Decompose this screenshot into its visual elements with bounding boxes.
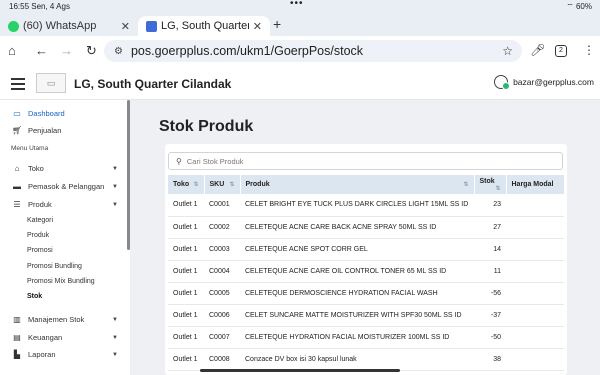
search-icon: ⚲: [176, 156, 182, 166]
column-header-sku[interactable]: SKU ⇅: [204, 175, 241, 194]
sidebar-item-toko[interactable]: ⌂ Toko ▼: [12, 164, 122, 173]
app-header: ▭ LG, South Quarter Cilandak bazar@gerpp…: [0, 66, 600, 100]
cart-icon: 🛒︎: [12, 126, 23, 135]
user-menu[interactable]: bazar@gerpplus.com: [494, 75, 594, 90]
new-tab-button[interactable]: +: [273, 16, 281, 32]
hamburger-menu-icon[interactable]: [11, 78, 25, 93]
url-bar[interactable]: ⚙ pos.goerpplus.com/ukm1/GoerpPos/stock …: [104, 40, 522, 62]
whatsapp-icon: [8, 20, 19, 32]
search-placeholder: Cari Stok Produk: [186, 156, 244, 166]
sidebar-item-label: Manajemen Stok: [28, 315, 85, 324]
tab-title: (60) WhatsApp: [23, 20, 97, 32]
home-icon[interactable]: ⌂: [8, 43, 16, 58]
search-input[interactable]: ⚲ Cari Stok Produk: [168, 152, 563, 170]
sidebar-subitem-stok[interactable]: Stok: [27, 293, 42, 300]
sidebar-item-label: Toko: [28, 164, 44, 173]
column-header-harga-modal[interactable]: Harga Modal: [506, 175, 565, 194]
user-email: bazar@gerpplus.com: [513, 77, 594, 87]
sidebar-item-laporan[interactable]: ▙ Laporan ▼: [12, 350, 122, 359]
tab-switcher-button[interactable]: 2: [555, 45, 567, 57]
table-row[interactable]: Outlet 1 C0008 Conzace DV box isi 30 kapsu…: [168, 348, 564, 371]
close-tab-icon[interactable]: ✕: [253, 20, 262, 33]
sidebar-item-label: Laporan: [28, 350, 56, 359]
more-menu-icon[interactable]: ⋮: [583, 43, 595, 57]
app-favicon-icon: [146, 20, 157, 32]
multitask-dots[interactable]: •••: [290, 0, 304, 9]
chevron-down-icon: ▼: [112, 351, 118, 358]
wallet-icon: ▬: [13, 182, 21, 191]
sidebar-item-label: Keuangan: [28, 333, 63, 342]
browser-toolbar: ⌂ ← → ↻ ⚙ pos.goerpplus.com/ukm1/GoerpPo…: [0, 36, 600, 66]
reload-icon[interactable]: ↻: [86, 43, 97, 59]
column-header-toko[interactable]: Toko ⇅: [168, 175, 205, 194]
column-header-stok[interactable]: Stok ⇅: [474, 175, 507, 194]
sidebar-subitem-kategori[interactable]: Kategori: [27, 217, 53, 224]
sidebar-subitem-promosi-mix-bundling[interactable]: Promosi Mix Bundling: [27, 278, 95, 285]
list-icon: ☰: [13, 200, 21, 209]
sidebar-item-keuangan[interactable]: ▤ Keuangan ▼: [12, 333, 122, 342]
sidebar-item-produk[interactable]: ☰ Produk ▼: [12, 200, 122, 209]
browser-tab-strip: (60) WhatsApp ✕ LG, South Quarter ✕: [0, 14, 600, 36]
sort-icon: ⇅: [463, 182, 469, 188]
sidebar-item-label: Dashboard: [28, 109, 65, 118]
url-text: pos.goerpplus.com/ukm1/GoerpPos/stock: [130, 44, 364, 58]
table-row[interactable]: Outlet 1 C0001 CELET BRIGHT EYE TUCK PLUS …: [168, 194, 564, 217]
sidebar-item-label: Penjualan: [28, 126, 62, 135]
tab-pos-app[interactable]: LG, South Quarter ✕: [138, 16, 270, 36]
column-header-produk[interactable]: Produk ⇅: [240, 175, 475, 194]
chevron-down-icon: ▼: [112, 201, 118, 208]
store-icon: ⌂: [14, 164, 20, 173]
table-header-row: Toko ⇅ SKU ⇅ Produk ⇅ Stok ⇅ Harga Modal: [168, 175, 565, 194]
device-status-bar: 16:55 Sen, 4 Ags ••• ⌔ 60%: [0, 0, 600, 14]
laptop-icon: ▭: [13, 109, 21, 118]
sidebar: ▭ Dashboard 🛒︎ Penjualan Menu Utama ⌂ To…: [0, 100, 130, 375]
sort-icon: ⇅: [495, 185, 501, 192]
chevron-down-icon: ▼: [112, 334, 118, 341]
table-row[interactable]: Outlet 1 C0003 CELETEQUE ACNE SPOT CORR GE…: [168, 238, 564, 261]
forward-icon[interactable]: →: [60, 43, 73, 58]
status-time: 16:55 Sen, 4 Ags: [9, 2, 70, 11]
table-row[interactable]: Outlet 1 C0005 CELETEQUE DERMOSCIENCE HYDR…: [168, 282, 564, 305]
table-row[interactable]: Outlet 1 C0006 CELET SUNCARE MATTE MOISTUR…: [168, 304, 564, 327]
table-row[interactable]: Outlet 1 C0002 CELETEQUE ACNE CARE BACK AC…: [168, 216, 564, 239]
back-icon[interactable]: ←: [35, 43, 48, 58]
table-row[interactable]: Outlet 1 C0004 CELETEQUE ACNE CARE OIL CON…: [168, 260, 564, 283]
money-icon: ▤: [13, 333, 21, 342]
sidebar-item-pemasok[interactable]: ▬ Pemasok & Pelanggan ▼: [12, 182, 122, 191]
chevron-down-icon: ▼: [112, 183, 118, 190]
sidebar-subitem-promosi[interactable]: Promosi: [27, 247, 53, 254]
site-settings-icon[interactable]: ⚙: [114, 46, 123, 57]
sidebar-item-manajemen-stok[interactable]: ▥ Manajemen Stok ▼: [12, 315, 122, 324]
sidebar-item-label: Produk: [28, 200, 52, 209]
user-avatar-icon: [494, 75, 511, 90]
sidebar-item-label: Pemasok & Pelanggan: [28, 182, 105, 191]
report-chart-icon: ▙: [13, 350, 21, 359]
bookmark-star-icon[interactable]: ☆: [502, 44, 513, 58]
barcode-icon: ▥: [13, 315, 21, 324]
store-name: LG, South Quarter Cilandak: [74, 77, 232, 91]
menu-section-header: Menu Utama: [11, 145, 49, 152]
table-row[interactable]: Outlet 1 C0007 CELETEQUE HYDRATION FACIAL …: [168, 326, 564, 349]
tab-whatsapp[interactable]: (60) WhatsApp ✕: [0, 16, 138, 36]
tab-title: LG, South Quarter: [161, 20, 249, 32]
sidebar-item-dashboard[interactable]: ▭ Dashboard: [12, 109, 122, 118]
stock-table: Toko ⇅ SKU ⇅ Produk ⇅ Stok ⇅ Harga Modal Out…: [168, 175, 565, 371]
chevron-down-icon: ▼: [112, 165, 118, 172]
store-logo-image-icon: ▭: [36, 73, 66, 93]
stock-table-card: ⚲ Cari Stok Produk Toko ⇅ SKU ⇅ Produk ⇅ St…: [165, 144, 567, 375]
sort-icon: ⇅: [229, 182, 235, 188]
microphone-icon[interactable]: 🎤︎: [530, 43, 545, 57]
sidebar-subitem-produk[interactable]: Produk: [27, 232, 49, 239]
chevron-down-icon: ▼: [112, 316, 118, 323]
page-title: Stok Produk: [159, 118, 254, 135]
home-indicator[interactable]: [200, 369, 400, 372]
battery-indicator: ⌔ 60%: [566, 2, 592, 11]
main-content: Stok Produk ⚲ Cari Stok Produk Toko ⇅ SKU…: [130, 100, 600, 375]
sidebar-item-penjualan[interactable]: 🛒︎ Penjualan: [12, 126, 122, 135]
sort-icon: ⇅: [193, 182, 199, 188]
close-tab-icon[interactable]: ✕: [121, 20, 130, 33]
sidebar-subitem-promosi-bundling[interactable]: Promosi Bundling: [27, 263, 82, 270]
